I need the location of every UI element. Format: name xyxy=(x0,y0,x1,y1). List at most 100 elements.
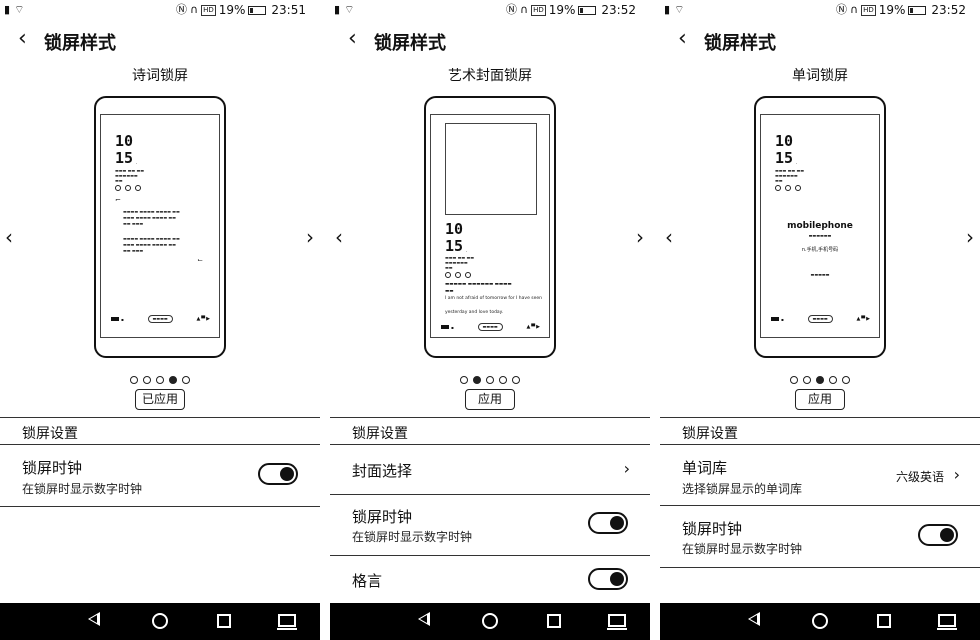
nav-recent-apps-icon[interactable] xyxy=(217,614,231,628)
status-bar: ▮ ⌔ Ⓝ ∩ HD 19% 23:52 xyxy=(660,0,980,22)
pager-dot[interactable] xyxy=(803,376,811,384)
lock-clock-toggle[interactable] xyxy=(588,512,628,534)
screen-word-lockscreen: ▮ ⌔ Ⓝ ∩ HD 19% 23:52 ‹ 锁屏样式 单词锁屏 ‹ › 10 … xyxy=(660,0,980,640)
nav-home-icon[interactable] xyxy=(152,613,168,629)
preview-poem-block-1: ▬▬▬▬ ▬▬▬▬ ▬▬▬▬ ▬▬ ▬▬▬ ▬▬▬▬ ▬▬▬▬ ▬▬ ▬▬ ▬▬▬ xyxy=(123,209,180,226)
headset-icon: ∩ xyxy=(520,3,529,16)
status-bar: ▮ ⌔ Ⓝ ∩ HD 19% 23:51 xyxy=(0,0,320,22)
battery-percent: 19% xyxy=(548,3,576,17)
screen-poetry-lockscreen: ▮ ⌔ Ⓝ ∩ HD 19% 23:51 ‹ 锁屏样式 诗词锁屏 ‹ › 10 … xyxy=(0,0,320,640)
setting-motto[interactable]: 格言 xyxy=(330,557,650,603)
nav-keyboard-icon[interactable] xyxy=(937,614,957,630)
nav-back-icon[interactable] xyxy=(748,612,760,626)
pager-dot[interactable] xyxy=(143,376,151,384)
next-style-chevron-icon[interactable]: › xyxy=(636,226,644,248)
pager-dot[interactable] xyxy=(156,376,164,384)
pager-dot[interactable] xyxy=(486,376,494,384)
pager-dot[interactable] xyxy=(790,376,798,384)
battery-icon xyxy=(248,5,267,15)
preview-battery-icon: ▪ xyxy=(441,325,454,330)
applied-button[interactable]: 已应用 xyxy=(134,389,186,410)
setting-lock-clock[interactable]: 锁屏时钟 在锁屏时显示数字时钟 xyxy=(330,496,650,556)
setting-word-library[interactable]: 单词库 选择锁屏显示的单词库 六级英语 › xyxy=(660,446,980,506)
apply-button[interactable]: 应用 xyxy=(464,389,516,410)
back-arrow-icon[interactable]: ‹ xyxy=(18,27,27,51)
pager-dot[interactable] xyxy=(512,376,520,384)
setting-lock-clock[interactable]: 锁屏时钟 在锁屏时显示数字时钟 xyxy=(0,446,320,507)
hd-badge: HD xyxy=(531,4,546,16)
preview-bottom-bar: ▪ ▬▬▬▬ ▲▀▶ xyxy=(441,323,541,331)
chevron-right-icon: › xyxy=(623,459,630,478)
back-arrow-icon[interactable]: ‹ xyxy=(348,27,357,51)
pager-dot[interactable] xyxy=(182,376,190,384)
status-time: 23:52 xyxy=(601,3,636,17)
nav-back-icon[interactable] xyxy=(88,612,100,626)
preview-quote-mark-close: ⌙ xyxy=(197,256,203,264)
pager-dot-active[interactable] xyxy=(169,376,177,384)
hd-badge: HD xyxy=(861,4,876,16)
nfc-icon: Ⓝ xyxy=(836,3,848,16)
wifi-icon: ⌔ xyxy=(674,3,685,16)
notification-icon: ▮ xyxy=(4,3,11,16)
nav-keyboard-icon[interactable] xyxy=(277,614,297,630)
preview-status-icons: ▲▀▶ xyxy=(526,324,541,330)
preview-ampm-mark: · xyxy=(136,161,138,166)
setting-cover-select[interactable]: 封面选择 › xyxy=(330,446,650,495)
apply-button[interactable]: 应用 xyxy=(794,389,846,410)
next-style-chevron-icon[interactable]: › xyxy=(306,226,314,248)
prev-style-chevron-icon[interactable]: ‹ xyxy=(5,226,13,248)
status-bar: ▮ ⌔ Ⓝ ∩ HD 19% 23:52 xyxy=(330,0,650,22)
nav-home-icon[interactable] xyxy=(482,613,498,629)
pager-dot-active[interactable] xyxy=(473,376,481,384)
preview-minute: 15 xyxy=(445,237,464,255)
chevron-right-icon: › xyxy=(953,465,960,484)
preview-quote-en-1: I am not afraid of tomorrow for I have s… xyxy=(445,296,543,301)
headset-icon: ∩ xyxy=(850,3,859,16)
battery-percent: 19% xyxy=(218,3,246,17)
setting-lock-clock[interactable]: 锁屏时钟 在锁屏时显示数字时钟 xyxy=(660,507,980,568)
prev-style-chevron-icon[interactable]: ‹ xyxy=(665,226,673,248)
preview-bottom-bar: ▪ ▬▬▬▬ ▲▀▶ xyxy=(771,315,871,323)
title-bar: ‹ 锁屏样式 xyxy=(660,27,980,55)
lock-clock-toggle[interactable] xyxy=(258,463,298,485)
preview-quick-icons xyxy=(445,272,471,278)
pager-dot[interactable] xyxy=(499,376,507,384)
pager-dot[interactable] xyxy=(460,376,468,384)
status-time: 23:52 xyxy=(931,3,966,17)
style-name: 艺术封面锁屏 xyxy=(448,68,532,84)
nav-recent-apps-icon[interactable] xyxy=(547,614,561,628)
preview-unlock-pill: ▬▬▬▬ xyxy=(807,315,833,323)
battery-icon xyxy=(908,5,927,15)
pager-dot-active[interactable] xyxy=(816,376,824,384)
title-bar: ‹ 锁屏样式 xyxy=(330,27,650,55)
wifi-icon: ⌔ xyxy=(14,3,25,16)
style-pager xyxy=(660,376,980,384)
next-style-chevron-icon[interactable]: › xyxy=(966,226,974,248)
section-header: 锁屏设置 xyxy=(330,417,650,445)
style-pager xyxy=(330,376,650,384)
nav-keyboard-icon[interactable] xyxy=(607,614,627,630)
nav-home-icon[interactable] xyxy=(812,613,828,629)
page-title: 锁屏样式 xyxy=(44,33,116,54)
back-arrow-icon[interactable]: ‹ xyxy=(678,27,687,51)
nav-back-icon[interactable] xyxy=(418,612,430,626)
style-pager xyxy=(0,376,320,384)
nav-recent-apps-icon[interactable] xyxy=(877,614,891,628)
system-nav-bar xyxy=(660,603,980,640)
pager-dot[interactable] xyxy=(829,376,837,384)
preview-word-note: ▬▬▬▬▬ xyxy=(810,272,830,277)
screen-art-cover-lockscreen: ▮ ⌔ Ⓝ ∩ HD 19% 23:52 ‹ 锁屏样式 艺术封面锁屏 ‹ › 1… xyxy=(330,0,650,640)
pager-dot[interactable] xyxy=(130,376,138,384)
preview-quote-mark-open: ⌐ xyxy=(115,196,121,204)
setting-title: 封面选择 xyxy=(352,462,413,480)
motto-toggle[interactable] xyxy=(588,568,628,590)
setting-subtitle: 选择锁屏显示的单词库 xyxy=(682,482,803,496)
preview-unlock-pill: ▬▬▬▬ xyxy=(477,323,503,331)
lock-clock-toggle[interactable] xyxy=(918,524,958,546)
preview-bottom-bar: ▪ ▬▬▬▬ ▲▀▶ xyxy=(111,315,211,323)
preview-minute: 15 xyxy=(115,149,134,167)
nfc-icon: Ⓝ xyxy=(506,3,518,16)
prev-style-chevron-icon[interactable]: ‹ xyxy=(335,226,343,248)
pager-dot[interactable] xyxy=(842,376,850,384)
phone-preview: 10 15 · ▬▬▬ ▬▬ ▬▬ ▬▬▬▬▬▬ ▬▬ mobilephone … xyxy=(754,96,886,358)
